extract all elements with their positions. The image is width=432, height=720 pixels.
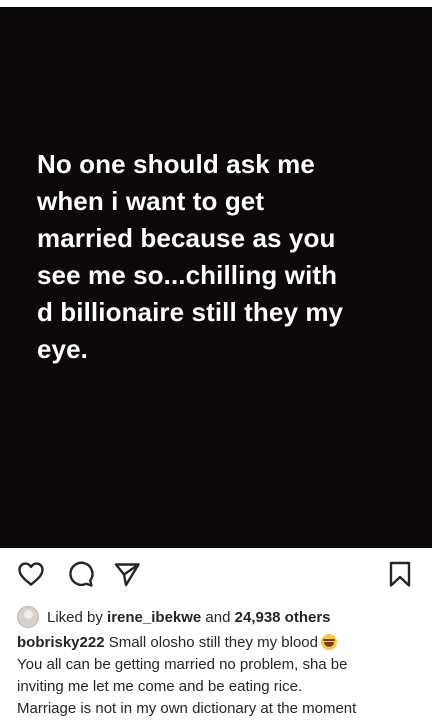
post-text-line: No one should ask me <box>37 149 315 179</box>
joy-emoji-icon <box>320 634 337 650</box>
avatar[interactable] <box>17 606 39 628</box>
likes-prefix: Liked by <box>47 608 108 626</box>
caption-line-2: You all can be getting married no proble… <box>17 656 348 673</box>
likes-count[interactable]: 24,938 others <box>235 609 331 626</box>
post-text: No one should ask me when i want to get … <box>37 146 417 368</box>
bookmark-icon[interactable] <box>386 560 414 588</box>
caption-text: Small olosho still they my blood <box>108 634 318 651</box>
caption-username[interactable]: bobrisky222 <box>17 634 105 651</box>
caption-line-4: Marriage is not in my own dictionary at … <box>17 700 357 717</box>
caption-line-3: inviting me let me come and be eating ri… <box>17 678 303 695</box>
caption: bobrisky222 Small olosho still they my b… <box>17 632 427 720</box>
top-border <box>0 0 432 7</box>
action-bar <box>0 548 432 600</box>
likes-middle: and <box>201 608 235 626</box>
heart-outline-icon[interactable] <box>17 560 45 588</box>
post-text-line: d billionaire still they my <box>37 297 344 327</box>
post-text-line: see me so...chilling with <box>37 260 338 290</box>
post-text-line: eye. <box>37 334 89 364</box>
post-text-line: when i want to get <box>37 186 265 216</box>
post-text-line: married because as you <box>37 223 336 253</box>
caption-line-1: bobrisky222 Small olosho still they my b… <box>17 632 427 654</box>
likes-row[interactable]: Liked by irene_ibekwe and 24,938 others <box>17 604 331 630</box>
paper-plane-icon[interactable] <box>113 560 141 588</box>
comment-bubble-icon[interactable] <box>66 560 94 588</box>
liked-by-username[interactable]: irene_ibekwe <box>107 609 201 626</box>
post-image[interactable]: No one should ask me when i want to get … <box>0 7 432 548</box>
